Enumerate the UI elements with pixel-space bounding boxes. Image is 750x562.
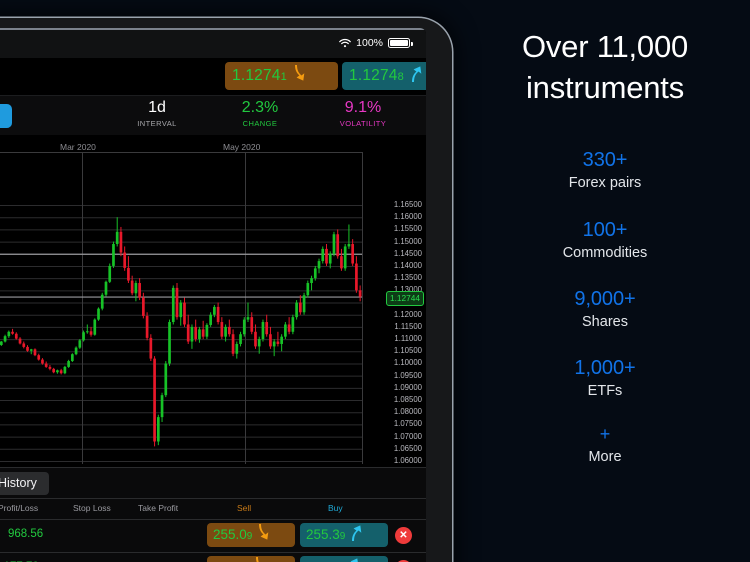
row-buy-button[interactable]: 324.51 [300, 556, 388, 562]
trading-app-screen: 100% 1.12741 1.12748 1d INTERVAL 2.3% CH… [0, 28, 426, 562]
stat-change: 2.3% CHANGE [218, 99, 302, 129]
status-bar-right: 100% [339, 37, 413, 49]
stat-volatility: 9.1% VOLATILITY [321, 99, 405, 129]
history-panel: History Profit/Loss Stop Loss Take Profi… [0, 467, 426, 562]
price-axis-tick: 1.09000 [393, 382, 422, 392]
price-axis-tick: 1.08000 [393, 407, 422, 417]
buy-price-button[interactable]: 1.12748 [342, 62, 426, 90]
price-axis-tick: 1.08500 [393, 395, 422, 405]
tab-history[interactable]: History [0, 472, 49, 495]
promo-title-line1: Over 11,000 [521, 29, 689, 64]
price-axis-tick: 1.10000 [393, 358, 422, 368]
price-axis-tick: 1.07000 [393, 431, 422, 441]
arrow-down-sell-icon [252, 556, 267, 562]
wifi-icon [339, 38, 351, 48]
promo-item-number: 330+ [582, 149, 628, 171]
stat-interval-label: INTERVAL [137, 119, 177, 128]
promo-item-label: More [588, 449, 622, 465]
price-axis-tick: 1.16000 [393, 212, 422, 222]
price-axis-tick: 1.15000 [393, 236, 422, 246]
column-profit-loss: Profit/Loss [0, 503, 39, 513]
stat-volatility-label: VOLATILITY [339, 119, 387, 128]
promo-item-label: Shares [582, 314, 628, 330]
row-buy-value: 255.39 [306, 527, 346, 542]
price-axis-tick: 1.12000 [393, 309, 422, 319]
row-sell-button[interactable]: 255.09 [207, 523, 295, 547]
history-column-headers: Profit/Loss Stop Loss Take Profit Sell B… [0, 498, 426, 520]
instrument-selector-chip[interactable] [0, 104, 12, 128]
stat-volatility-value: 9.1% [344, 99, 382, 116]
tablet-display: 100% 1.12741 1.12748 1d INTERVAL 2.3% CH… [0, 28, 426, 562]
promo-item-label: Commodities [562, 245, 648, 261]
promo-item-number: + [599, 424, 611, 444]
stat-change-value: 2.3% [241, 99, 279, 116]
price-axis-tick: 1.16500 [393, 200, 422, 209]
stats-bar: 1d INTERVAL 2.3% CHANGE 9.1% VOLATILITY [0, 95, 426, 137]
sell-price-value: 1.12741 [232, 67, 287, 85]
price-axis-tick: 1.15500 [393, 224, 422, 234]
price-axis-tick: 1.14500 [393, 248, 422, 258]
price-axis-tick: 1.10500 [393, 346, 422, 356]
promo-item-etfs: 1,000+ ETFs [460, 356, 750, 402]
quote-bar: 1.12741 1.12748 [0, 58, 426, 95]
promo-item-commodities: 100+ Commodities [460, 218, 750, 264]
promo-item-number: 100+ [582, 219, 628, 241]
promo-item-number: 9,000+ [574, 288, 636, 310]
app-screenshot: 100% 1.12741 1.12748 1d INTERVAL 2.3% CH… [0, 0, 750, 562]
promo-item-label: Forex pairs [568, 175, 642, 191]
price-axis: 1.16500 1.16000 1.15500 1.15000 1.14500 1.140… [366, 135, 426, 467]
screen-top-edge [0, 28, 426, 30]
price-chart[interactable]: Mar 2020 May 2020 1.16500 1.16000 1.15500 1… [0, 135, 426, 467]
buy-price-value: 1.12748 [349, 67, 404, 85]
table-row[interactable]: 5,177.70 323.51 324.51 [0, 552, 426, 562]
history-tab-row: History [0, 468, 426, 496]
arrow-up-buy-icon [408, 64, 423, 88]
stat-interval: 1d INTERVAL [115, 99, 199, 129]
page-title: Over 11,000 instruments [460, 26, 750, 108]
row-profit-loss: 968.56 [8, 528, 44, 540]
price-axis-tick: 1.06000 [393, 456, 422, 465]
price-axis-tick: 1.11500 [394, 321, 422, 331]
promo-title-line2: instruments [525, 70, 685, 105]
price-axis-tick: 1.13500 [393, 273, 422, 283]
battery-icon [388, 38, 413, 48]
stat-change-label: CHANGE [242, 119, 278, 128]
candlestick-canvas [0, 152, 363, 464]
arrow-up-buy-icon [348, 523, 363, 547]
current-price-marker: 1.12744 [386, 290, 424, 306]
status-bar: 100% [0, 28, 426, 58]
arrow-up-buy-icon [345, 556, 360, 562]
table-row[interactable]: 968.56 255.09 255.39 ✕ [0, 519, 426, 553]
promo-item-number: 1,000+ [574, 357, 636, 379]
promo-item-shares: 9,000+ Shares [460, 287, 750, 333]
price-axis-tick: 1.11000 [394, 334, 422, 344]
price-axis-tick: 1.06500 [393, 443, 422, 453]
row-sell-value: 255.09 [213, 527, 253, 542]
row-sell-button[interactable]: 323.51 [207, 556, 295, 562]
arrow-down-sell-icon [255, 523, 270, 547]
sell-price-button[interactable]: 1.12741 [225, 62, 338, 90]
close-position-button[interactable]: ✕ [395, 527, 412, 544]
price-axis-tick: 1.09500 [393, 370, 422, 380]
price-axis-tick: 1.07500 [393, 419, 422, 429]
battery-percent-label: 100% [356, 37, 383, 49]
price-axis-tick: 1.14000 [393, 260, 422, 270]
promo-item-forex: 330+ Forex pairs [460, 148, 750, 194]
tablet-device: 100% 1.12741 1.12748 1d INTERVAL 2.3% CH… [0, 18, 452, 562]
column-buy: Buy [328, 503, 343, 513]
column-sell: Sell [237, 503, 252, 513]
promo-panel: Over 11,000 instruments 330+ Forex pairs… [460, 0, 750, 562]
column-take-profit: Take Profit [138, 503, 179, 513]
arrow-down-sell-icon [291, 64, 306, 88]
stat-interval-value: 1d [148, 99, 166, 116]
row-buy-button[interactable]: 255.39 [300, 523, 388, 547]
promo-item-more: + More [460, 422, 750, 468]
promo-item-label: ETFs [587, 383, 623, 399]
column-stop-loss: Stop Loss [73, 503, 111, 513]
